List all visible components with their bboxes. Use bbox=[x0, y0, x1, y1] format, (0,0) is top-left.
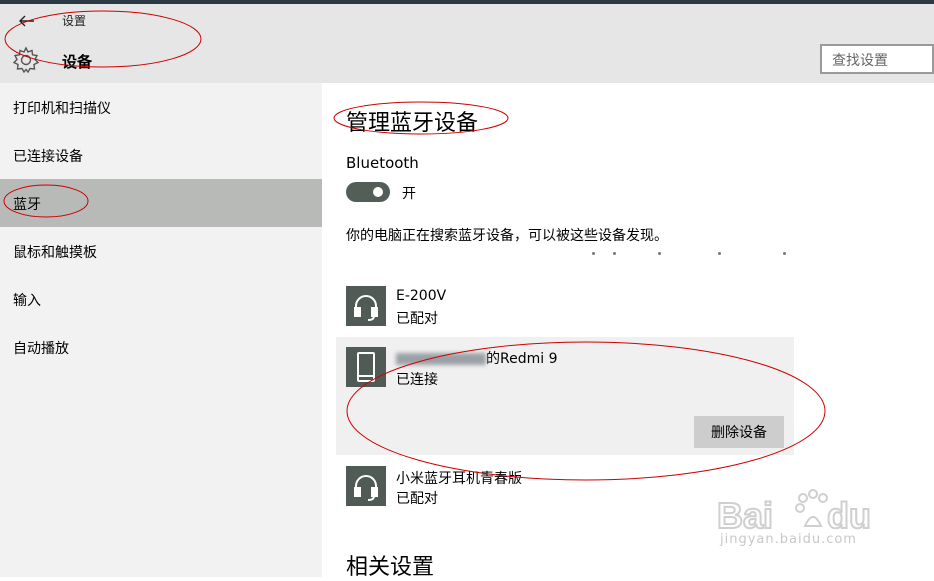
svg-text:Bai: Bai bbox=[717, 495, 773, 536]
progress-dot bbox=[783, 252, 786, 255]
remove-device-button[interactable]: 删除设备 bbox=[694, 416, 784, 448]
sidebar-item-autoplay[interactable]: 自动播放 bbox=[0, 323, 322, 371]
sidebar-item-label: 蓝牙 bbox=[13, 197, 41, 213]
device-name: E-200V bbox=[396, 288, 447, 304]
device-state: 已配对 bbox=[396, 311, 438, 327]
page-title: 设备 bbox=[62, 53, 93, 71]
sidebar-item-label: 打印机和扫描仪 bbox=[13, 101, 111, 117]
app-title: 设置 bbox=[62, 14, 87, 28]
sidebar-item-label: 输入 bbox=[13, 293, 41, 309]
sidebar-item-connected-devices[interactable]: 已连接设备 bbox=[0, 131, 322, 179]
section-title: 管理蓝牙设备 bbox=[346, 111, 479, 136]
sidebar-item-typing[interactable]: 输入 bbox=[0, 275, 322, 323]
related-settings-title: 相关设置 bbox=[346, 555, 435, 580]
sidebar-item-bluetooth[interactable]: 蓝牙 bbox=[0, 179, 322, 227]
progress-dot bbox=[658, 252, 661, 255]
progress-dot bbox=[718, 252, 721, 255]
watermark-text: jingyan.baidu.com bbox=[720, 532, 857, 547]
sidebar-item-printers[interactable]: 打印机和扫描仪 bbox=[0, 83, 322, 131]
sidebar-item-label: 已连接设备 bbox=[13, 149, 83, 165]
sidebar-item-label: 自动播放 bbox=[13, 341, 69, 357]
progress-dot bbox=[613, 252, 616, 255]
search-input[interactable]: 查找设置 bbox=[820, 44, 934, 74]
gear-icon bbox=[12, 46, 40, 74]
bluetooth-toggle[interactable] bbox=[346, 182, 390, 202]
progress-dot bbox=[592, 252, 595, 255]
phone-icon bbox=[346, 347, 386, 387]
headset-icon bbox=[346, 286, 386, 326]
device-state: 已配对 bbox=[396, 491, 438, 507]
redacted-name bbox=[396, 353, 486, 365]
toggle-state-label: 开 bbox=[402, 186, 416, 202]
sidebar: 打印机和扫描仪 已连接设备 蓝牙 鼠标和触摸板 输入 自动播放 bbox=[0, 83, 322, 577]
toggle-knob bbox=[373, 187, 383, 197]
device-state: 已连接 bbox=[396, 372, 438, 388]
bluetooth-label: Bluetooth bbox=[346, 154, 419, 172]
svg-text:du: du bbox=[827, 495, 871, 536]
device-item-redmi9[interactable]: 的Redmi 9 已连接 删除设备 bbox=[336, 337, 794, 455]
headset-icon bbox=[346, 466, 386, 506]
sidebar-item-mouse-touchpad[interactable]: 鼠标和触摸板 bbox=[0, 227, 322, 275]
device-item-e200v[interactable]: E-200V 已配对 bbox=[336, 279, 794, 333]
device-name: 小米蓝牙耳机青春版 bbox=[396, 471, 522, 487]
device-name: 的Redmi 9 bbox=[396, 348, 557, 368]
device-name-suffix: 的Redmi 9 bbox=[486, 351, 558, 367]
sidebar-item-label: 鼠标和触摸板 bbox=[13, 245, 97, 261]
discovery-status-text: 你的电脑正在搜索蓝牙设备，可以被这些设备发现。 bbox=[346, 228, 668, 244]
back-arrow-icon[interactable] bbox=[12, 10, 40, 32]
header-bar: 设置 设备 查找设置 bbox=[0, 4, 934, 83]
